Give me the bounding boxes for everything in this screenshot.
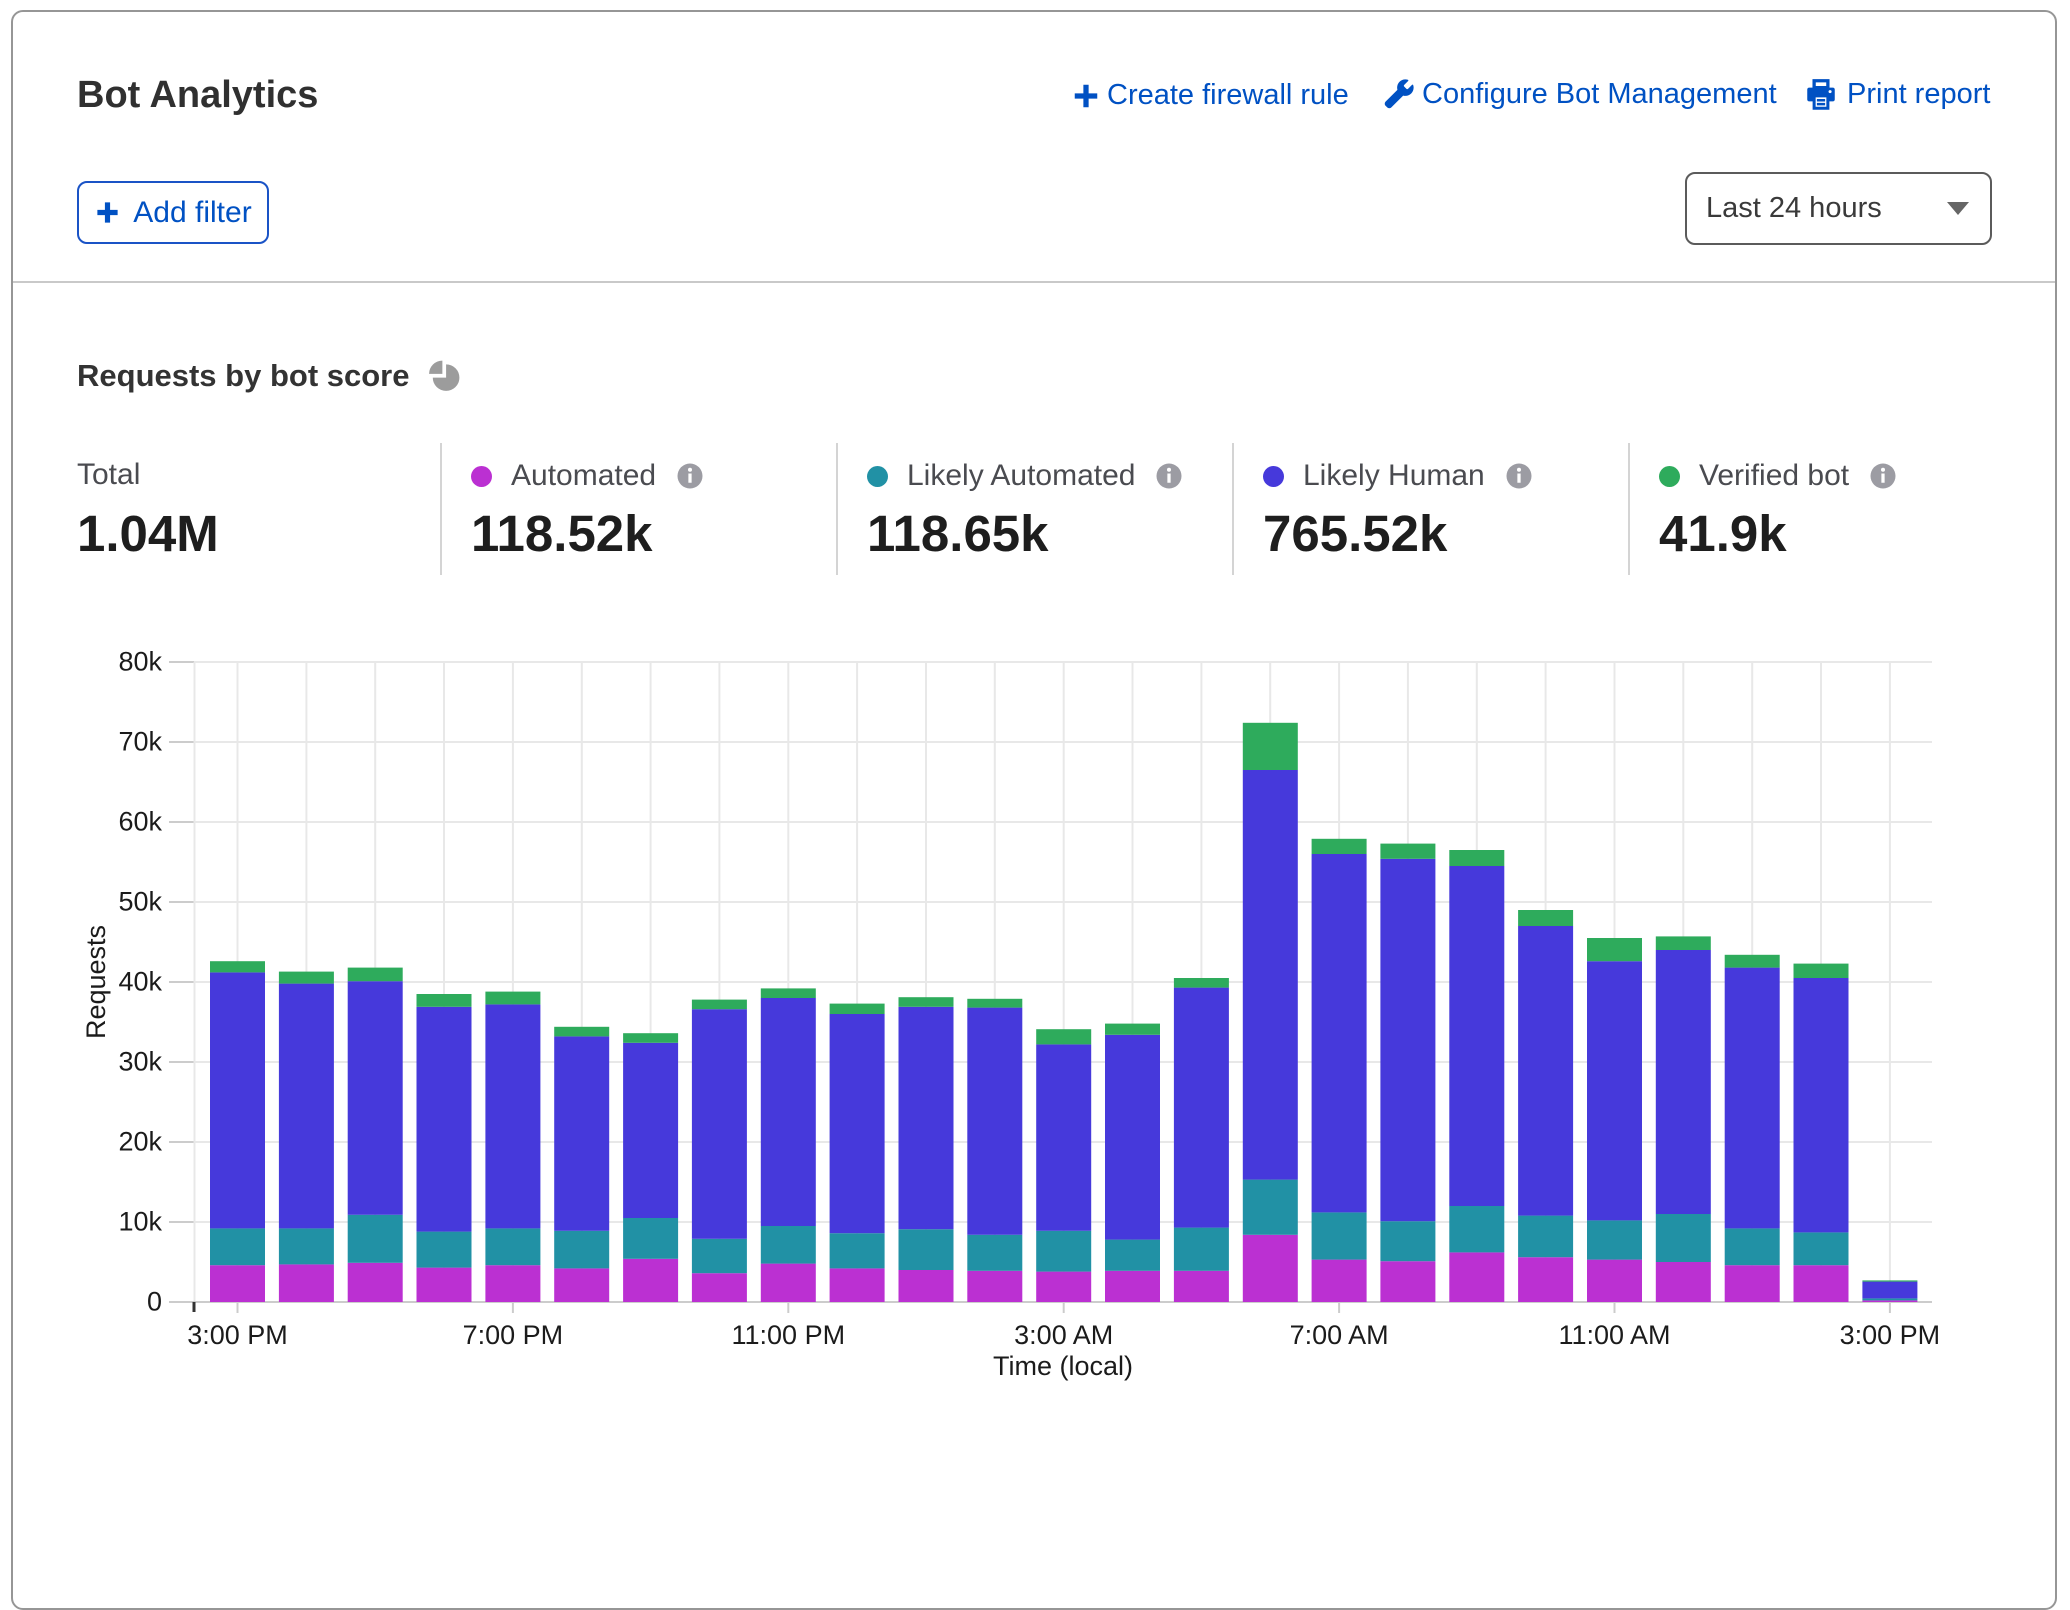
- svg-text:20k: 20k: [118, 1127, 162, 1157]
- svg-text:Time (local): Time (local): [993, 1351, 1133, 1381]
- svg-text:11:00 PM: 11:00 PM: [732, 1320, 846, 1350]
- svg-text:0: 0: [147, 1287, 162, 1317]
- svg-text:60k: 60k: [118, 807, 162, 837]
- svg-text:3:00 PM: 3:00 PM: [187, 1320, 288, 1350]
- svg-text:70k: 70k: [118, 727, 162, 757]
- svg-text:40k: 40k: [118, 967, 162, 997]
- svg-text:50k: 50k: [118, 887, 162, 917]
- svg-text:11:00 AM: 11:00 AM: [1558, 1320, 1670, 1350]
- svg-text:7:00 AM: 7:00 AM: [1290, 1320, 1389, 1350]
- svg-text:3:00 PM: 3:00 PM: [1840, 1320, 1941, 1350]
- svg-text:3:00 AM: 3:00 AM: [1014, 1320, 1113, 1350]
- svg-text:7:00 PM: 7:00 PM: [463, 1320, 564, 1350]
- svg-text:80k: 80k: [118, 647, 162, 677]
- svg-text:10k: 10k: [118, 1207, 162, 1237]
- svg-text:30k: 30k: [118, 1047, 162, 1077]
- svg-text:Requests: Requests: [81, 925, 111, 1039]
